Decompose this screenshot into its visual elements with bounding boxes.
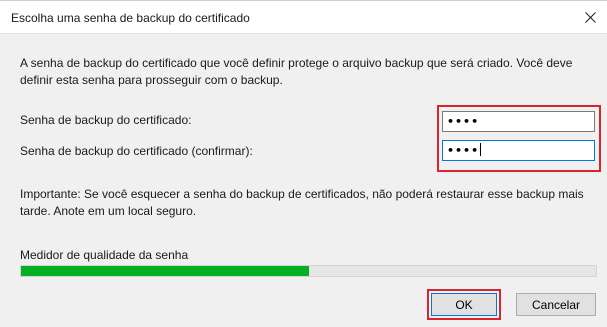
close-button[interactable] [573,1,607,33]
important-warning-text: Importante: Se você esquecer a senha do … [20,187,584,218]
password-quality-meter-fill [21,266,309,276]
text-caret [480,143,482,156]
ok-button[interactable]: OK [431,293,497,316]
title-bar: Escolha uma senha de backup do certifica… [0,1,607,34]
password-quality-label: Medidor de qualidade da senha [20,248,189,262]
description-text: A senha de backup do certificado que voc… [20,56,573,87]
confirm-password-input[interactable]: •••• [442,140,595,161]
password-label: Senha de backup do certificado: [20,113,192,127]
dialog-title: Escolha uma senha de backup do certifica… [11,11,250,25]
close-icon [584,11,596,23]
confirm-password-label: Senha de backup do certificado (confirma… [20,144,253,158]
cancel-button[interactable]: Cancelar [516,293,596,316]
certificate-backup-password-dialog: Escolha uma senha de backup do certifica… [0,0,607,327]
password-value: •••• [447,115,480,128]
confirm-password-value: •••• [447,144,480,157]
password-input[interactable]: •••• [442,111,595,132]
password-quality-meter [20,265,597,277]
